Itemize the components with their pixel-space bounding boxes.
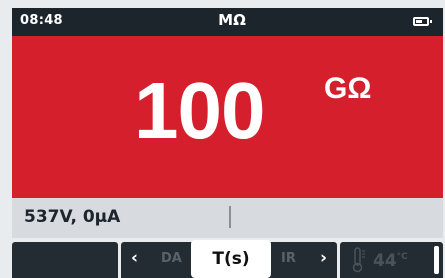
temperature-value: 44: [373, 251, 397, 271]
test-type-selector[interactable]: ‹ DA T(s) IR ›: [121, 240, 337, 278]
option-next[interactable]: IR: [281, 251, 296, 266]
chevron-right-icon[interactable]: ›: [320, 248, 327, 268]
reading-value: 100: [134, 66, 265, 155]
softkey-1[interactable]: [12, 242, 118, 278]
temperature-key[interactable]: 44°C: [340, 242, 443, 278]
mode-unit: MΩ: [218, 11, 246, 29]
reading-unit: GΩ: [324, 72, 372, 105]
thermometer-icon: [352, 247, 365, 273]
clock: 08:48: [20, 13, 63, 28]
voltage-current-readout: 537V, 0μA: [24, 207, 121, 227]
softkey-scrollbar[interactable]: [434, 246, 439, 274]
battery-level-fill: [416, 20, 422, 23]
status-bar: 08:48 MΩ: [12, 8, 443, 36]
reading-panel: 100 GΩ: [12, 36, 443, 198]
option-selected[interactable]: T(s): [191, 240, 271, 278]
meter-screen: 08:48 MΩ 100 GΩ 537V, 0μA ‹ DA T(s) IR ›: [12, 8, 443, 278]
temperature-unit: °C: [396, 252, 408, 262]
temperature-readout: 44°C: [373, 251, 408, 271]
battery-terminal: [430, 20, 432, 23]
option-prev[interactable]: DA: [161, 251, 182, 266]
battery-icon: [413, 17, 432, 26]
info-bar: 537V, 0μA: [12, 198, 443, 238]
chevron-left-icon[interactable]: ‹: [131, 248, 138, 268]
softkey-bar: ‹ DA T(s) IR › 44°C: [12, 238, 443, 278]
info-divider: [229, 206, 231, 228]
